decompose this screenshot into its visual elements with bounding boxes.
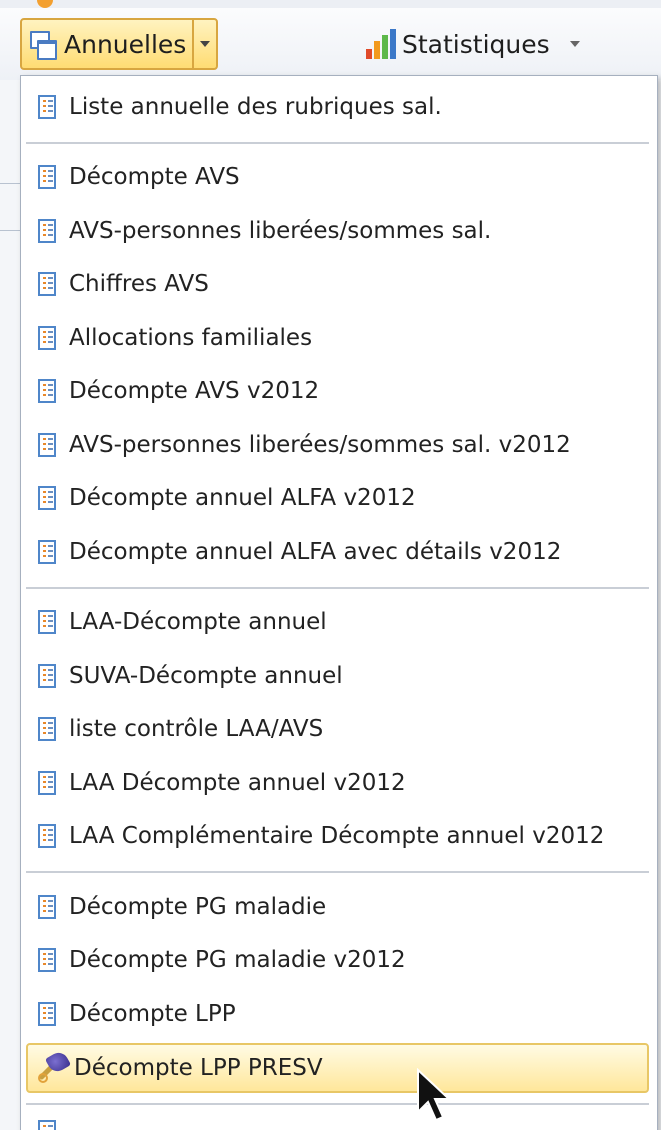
menu-item-label: LAA Décompte annuel v2012 [69,769,406,796]
report-list-icon [38,486,56,511]
menu-item-label: LAA Complémentaire Décompte annuel v2012 [69,823,605,850]
menu-item-label: liste contrôle LAA/AVS [69,716,324,743]
report-list-icon [38,539,56,564]
menu-item-decompte-avs-v2012[interactable]: Décompte AVS v2012 [21,365,657,419]
menu-item-liste-controle-laa-avs[interactable]: liste contrôle LAA/AVS [21,703,657,757]
menu-item-label: Décompte PG maladie v2012 [69,947,406,974]
report-list-icon [38,379,56,404]
menu-separator [21,579,657,596]
menu-separator [21,863,657,880]
report-list-icon [38,663,56,688]
menu-item-label: Liste annuelle des rubriques sal. [69,93,442,120]
menu-item-label: Décompte AVS [69,164,240,191]
menu-item-partially-visible[interactable] [21,1112,657,1130]
menu-item-decompte-pg-maladie[interactable]: Décompte PG maladie [21,880,657,934]
annuelles-split-button[interactable]: Annuelles [20,18,219,70]
report-list-icon [38,1119,56,1130]
report-list-icon [38,610,56,635]
menu-item-label: Décompte annuel ALFA avec détails v2012 [69,538,562,565]
mouse-pointer-icon [417,1068,452,1122]
chevron-down-icon [200,41,211,47]
menu-item-decompte-annuel-alfa-details-v2012[interactable]: Décompte annuel ALFA avec détails v2012 [21,525,657,579]
menu-item-decompte-avs[interactable]: Décompte AVS [21,151,657,205]
report-list-icon [38,948,56,973]
menu-item-laa-decompte-annuel[interactable]: LAA-Décompte annuel [21,596,657,650]
chevron-down-icon [569,41,580,47]
bar-chart-icon [366,29,396,59]
menu-item-avs-personnes-liberees[interactable]: AVS-personnes liberées/sommes sal. [21,204,657,258]
annuelles-dropdown-arrow[interactable] [194,20,216,68]
ribbon-top-strip [0,0,661,8]
menu-list: Liste annuelle des rubriques sal. Décomp… [21,80,657,1130]
menu-item-label: SUVA-Décompte annuel [69,662,343,689]
report-list-icon [38,717,56,742]
menu-item-avs-personnes-liberees-v2012[interactable]: AVS-personnes liberées/sommes sal. v2012 [21,418,657,472]
report-list-icon [38,824,56,849]
menu-item-laa-decompte-annuel-v2012[interactable]: LAA Décompte annuel v2012 [21,756,657,810]
menu-item-label: Allocations familiales [69,324,313,351]
ribbon: Annuelles Statistiques [0,0,661,80]
menu-item-label: Décompte PG maladie [69,893,327,920]
annuelles-button[interactable]: Annuelles [22,20,195,68]
brush-icon [38,1048,72,1083]
menu-item-decompte-lpp[interactable]: Décompte LPP [21,987,657,1041]
menu-item-suva-decompte-annuel[interactable]: SUVA-Décompte annuel [21,649,657,703]
menu-item-label: Décompte LPP [69,1000,236,1027]
menu-item-label: Décompte AVS v2012 [69,378,320,405]
report-list-icon [38,894,56,919]
menu-separator [21,134,657,151]
page: Annuelles Statistiques Liste annuelle de… [0,0,661,1130]
menu-item-label: Chiffres AVS [69,271,209,298]
statistiques-label: Statistiques [402,29,550,59]
report-list-icon [38,165,56,190]
menu-item-label: AVS-personnes liberées/sommes sal. [69,217,492,244]
windows-icon [30,31,57,60]
annuelles-label: Annuelles [64,29,187,59]
report-list-icon [38,432,56,457]
report-list-icon [38,1001,56,1026]
menu-item-label: AVS-personnes liberées/sommes sal. v2012 [69,431,571,458]
menu-item-allocations-familiales[interactable]: Allocations familiales [21,311,657,365]
menu-item-laa-complementaire-v2012[interactable]: LAA Complémentaire Décompte annuel v2012 [21,810,657,864]
menu-item-liste-annuelle-rubriques[interactable]: Liste annuelle des rubriques sal. [21,80,657,134]
menu-item-label: LAA-Décompte annuel [69,609,327,636]
menu-item-label: Décompte LPP PRESV [74,1054,323,1081]
report-list-icon [38,272,56,297]
menu-item-decompte-lpp-presv[interactable]: Décompte LPP PRESV [26,1042,649,1093]
menu-item-label: Décompte annuel ALFA v2012 [69,485,416,512]
report-list-icon [38,770,56,795]
menu-separator [21,1095,657,1112]
report-list-icon [38,325,56,350]
statistiques-button[interactable]: Statistiques [366,18,580,70]
annuelles-dropdown-menu: Liste annuelle des rubriques sal. Décomp… [20,75,658,1130]
menu-item-decompte-pg-maladie-v2012[interactable]: Décompte PG maladie v2012 [21,934,657,988]
report-list-icon [38,218,56,243]
menu-item-chiffres-avs[interactable]: Chiffres AVS [21,258,657,312]
report-list-icon [38,94,56,119]
menu-item-decompte-annuel-alfa-v2012[interactable]: Décompte annuel ALFA v2012 [21,472,657,526]
